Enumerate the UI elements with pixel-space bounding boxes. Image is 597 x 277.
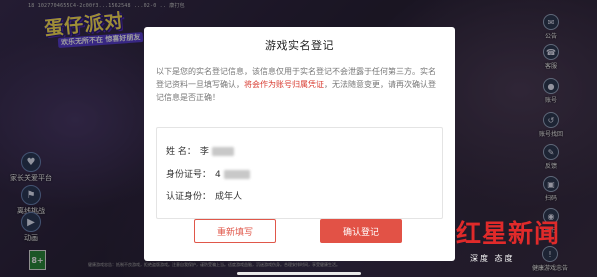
watermark-subtitle: 深度 态度 bbox=[470, 254, 515, 263]
dialog-title: 游戏实名登记 bbox=[265, 39, 334, 52]
news-watermark: 红星新闻 深度 态度 bbox=[456, 214, 596, 274]
desc-highlight: 将会作为账号归属凭证 bbox=[244, 80, 324, 89]
identity-type-row: 认证身份： 成年人 bbox=[166, 189, 242, 202]
info-box: 姓 名：李 身份证号： 4 认证身份： 成年人 bbox=[156, 127, 443, 219]
id-mask bbox=[223, 170, 250, 179]
name-row: 姓 名：李 bbox=[166, 144, 234, 157]
id-value: 4 bbox=[215, 170, 221, 180]
id-row: 身份证号： 4 bbox=[166, 167, 250, 180]
home-indicator[interactable] bbox=[237, 272, 361, 275]
real-name-dialog: 游戏实名登记 以下是您的实名登记信息，该信息仅用于实名登记不会泄露于任何第三方。… bbox=[144, 27, 455, 261]
confirm-register-button[interactable]: 确认登记 bbox=[320, 219, 402, 243]
name-label: 姓 名： bbox=[166, 147, 196, 157]
refill-button[interactable]: 重新填写 bbox=[194, 219, 276, 243]
dialog-description: 以下是您的实名登记信息，该信息仅用于实名登记不会泄露于任何第三方。实名登记资料一… bbox=[156, 65, 443, 104]
watermark-title: 红星新闻 bbox=[456, 219, 561, 248]
id-label: 身份证号： bbox=[166, 170, 212, 180]
name-mask bbox=[211, 147, 234, 156]
name-value: 李 bbox=[199, 147, 209, 157]
identity-type-value: 成年人 bbox=[215, 192, 243, 202]
identity-type-label: 认证身份： bbox=[166, 192, 212, 202]
